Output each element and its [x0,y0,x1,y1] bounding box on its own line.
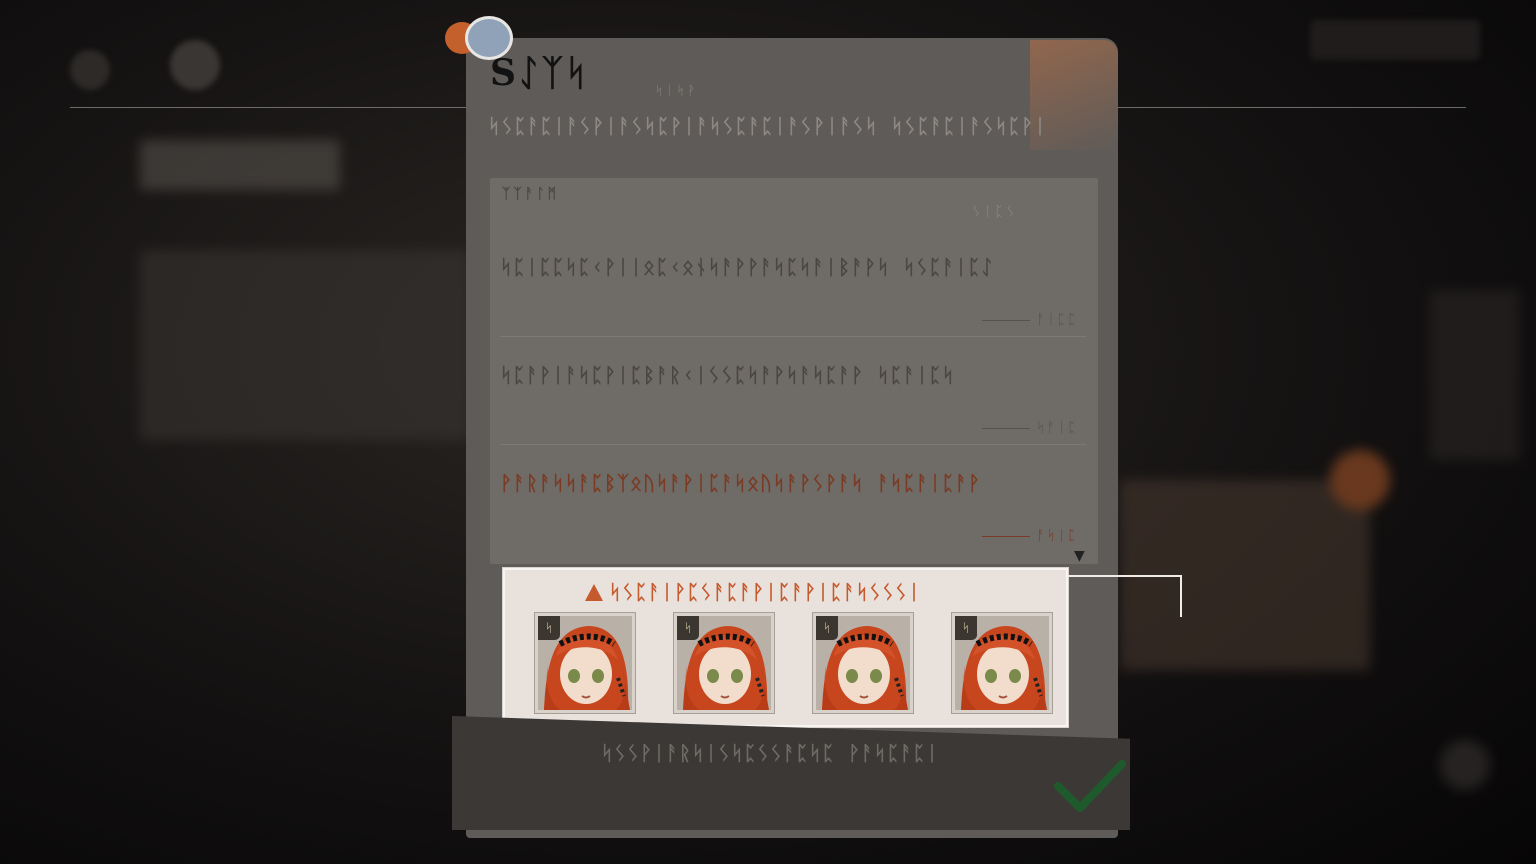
tutorial-callout-line [1068,575,1182,577]
modal-subtitle: ᛋᛁᛋᚹ [655,84,699,99]
reward-panel: ᛋᛊᛈᚨᛁᚹᛈᛊᚨᛈᚨᚹᛁᛈᚨᚹᛁᛈᚨᛋᛊᛊᛊᛁ ᛋ ᛋ ᛋ ᛋ [503,568,1068,727]
checkmark-icon[interactable] [1050,752,1130,822]
mission-list-header: ᛉᛉᚨᛚᛗ [502,186,559,202]
background-title [140,140,340,190]
reward-title: ᛋᛊᛈᚨᛁᚹᛈᛊᚨᛈᚨᚹᛁᛈᚨᚹᛁᛈᚨᛋᛊᛊᛊᛁ [585,580,921,604]
reward-item[interactable]: ᛋ [951,612,1053,714]
mission-text: ᚹᚨᚱᚨᛋᛋᚨᛈᛒᛉᛟᚢᛋᚨᚹᛁᛈᚨᛋᛟᚢᛋᚨᚹᛊᚹᚨᛋ ᚨᛋᛈᚨᛁᛈᚨᚹ [500,471,982,495]
confirm-text: ᛋᛊᛊᚹᛁᚨᚱᛋᛁᛊᛋᛈᛊᛊᚨᛈᛋᛈ ᚹᚨᛋᛈᚨᛈᛁ [600,741,940,765]
reward-title-text: ᛋᛊᛈᚨᛁᚹᛈᛊᚨᛈᚨᚹᛁᛈᚨᚹᛁᛈᚨᛋᛊᛊᛊᛁ [609,580,921,604]
mission-progress: ᚨᛋᛁᛈ [982,528,1078,544]
warning-triangle-icon [585,584,603,601]
back-icon [70,50,110,90]
mission-text: ᛋᛈᛁᛈᛈᛋᛈᚲᚹᛁᛁᛟᛈᚲᛟᚾᛋᚨᚹᚹᚨᛋᛈᛋᚨᛁᛒᚨᚹᛋ ᛋᛊᛈᚨᛁᛈᛇ [500,255,995,279]
background-panel [140,250,470,440]
lock-icon: ᛋ [816,616,838,640]
reward-item[interactable]: ᛋ [534,612,636,714]
reward-item[interactable]: ᛋ [673,612,775,714]
currency-display [1310,20,1480,60]
background-side-panel [1430,290,1520,460]
divider [500,336,1086,337]
modal-description: ᛋᛊᛈᚨᛈᛁᚨᛊᚹᛁᚨᛊᛋᛈᚹᛁᚨᛋᛊᛈᚨᛈᛁᚨᛊᚹᛁᚨᛊᛋ ᛋᛊᛈᚨᛈᛁᚨᛊᛋ… [488,114,1048,138]
tutorial-callout-line [1180,575,1182,617]
lock-icon: ᛋ [955,616,977,640]
background-button [1440,740,1490,790]
home-icon [170,40,220,90]
mission-progress: ᚨᛁᛈᛈ [982,312,1078,328]
game-screen: Sᛇᛉᛋ ᛋᛁᛋᚹ ᛋᛊᛈᚨᛈᛁᚨᛊᚹᛁᚨᛊᛋᛈᚹᛁᚨᛋᛊᛈᚨᛈᛁᚨᛊᚹᛁᚨᛊᛋ… [0,0,1536,864]
mission-item[interactable]: ᛋᛈᛁᛈᛈᛋᛈᚲᚹᛁᛁᛟᛈᚲᛟᚾᛋᚨᚹᚹᚨᛋᛈᛋᚨᛁᛒᚨᚹᛋ ᛋᛊᛈᚨᛁᛈᛇ ᚨ… [500,254,1086,337]
mission-progress: ᛋᚨᛁᛈ [982,420,1078,436]
divider [500,444,1086,445]
mission-text: ᛋᛈᚨᚹᛁᚨᛋᛈᚹᛁᛈᛒᚨᚱᚲᛁᛊᛊᛈᛋᚨᚹᛋᚨᛋᛈᚨᚹ ᛋᛈᚨᛁᛈᛋ [500,363,956,387]
modal-title: Sᛇᛉᛋ [490,52,589,94]
background-orb [1330,450,1390,510]
mission-item-highlight[interactable]: ᚹᚨᚱᚨᛋᛋᚨᛈᛒᛉᛟᚢᛋᚨᚹᛁᛈᚨᛋᛟᚢᛋᚨᚹᛊᚹᚨᛋ ᚨᛋᛈᚨᛁᛈᚨᚹ ᚨᛋ… [500,470,1086,544]
mission-item[interactable]: ᛋᛈᚨᚹᛁᚨᛋᛈᚹᛁᛈᛒᚨᚱᚲᛁᛊᛊᛈᛋᚨᚹᛋᚨᛋᛈᚨᚹ ᛋᛈᚨᛁᛈᛋ ᛋᚨᛁᛈ [500,362,1086,445]
reward-item[interactable]: ᛋ [812,612,914,714]
mission-list-meta: ᛊᛁᛈᛊ [972,204,1018,220]
scroll-down-icon[interactable]: ▼ [1074,548,1085,564]
lock-icon: ᛋ [677,616,699,640]
lock-icon: ᛋ [538,616,560,640]
